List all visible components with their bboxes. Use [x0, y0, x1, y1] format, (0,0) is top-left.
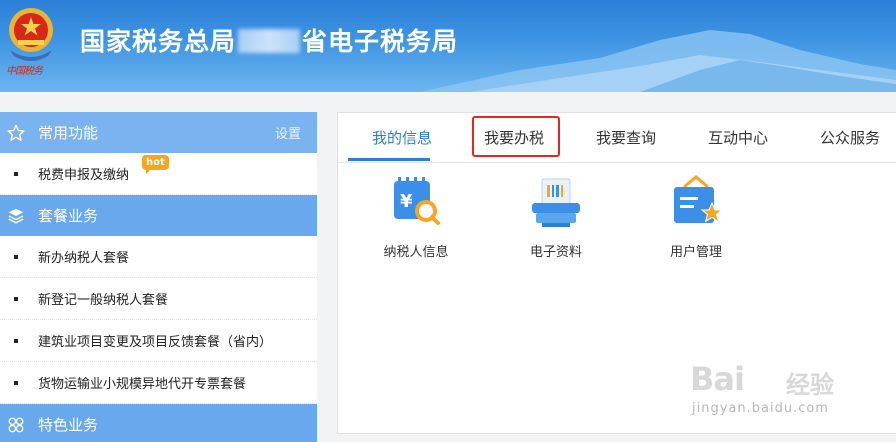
section-package-services[interactable]: 套餐业务: [0, 195, 317, 236]
emblem-caption: 中国税务: [6, 66, 43, 77]
taxpayer-info-icon: ¥: [394, 177, 440, 225]
sidebar-item-freight-package[interactable]: 货物运输业小规模异地代开专票套餐: [0, 362, 317, 404]
layers-icon: [6, 206, 26, 226]
site-title: 国家税务总局 省电子税务局: [80, 22, 458, 58]
settings-link[interactable]: 设置: [275, 123, 301, 142]
tab-query[interactable]: 我要查询: [596, 127, 656, 148]
tile-label: 电子资料: [529, 245, 582, 260]
tab-public-services[interactable]: 公众服务: [820, 127, 880, 148]
sidebar-item-construction-package[interactable]: 建筑业项目变更及项目反馈套餐（省内）: [0, 320, 317, 362]
sidebar-item-label: 新办纳税人套餐: [38, 251, 130, 266]
sidebar-item-label: 税费申报及缴纳: [38, 168, 130, 183]
bullet: [14, 254, 18, 259]
hot-badge: hot: [142, 155, 169, 174]
baidu-watermark-cn: 经验: [786, 371, 834, 399]
bullet: [14, 171, 18, 176]
tab-interaction-center[interactable]: 互动中心: [708, 127, 768, 148]
sidebar-item-label: 新登记一般纳税人套餐: [38, 293, 169, 308]
site-header: 中国税务 国家税务总局 省电子税务局: [0, 0, 896, 92]
electronic-documents-icon: [532, 178, 580, 227]
user-management-icon: [674, 175, 724, 223]
site-title-prefix: 国家税务总局: [80, 27, 237, 56]
tile-taxpayer-info[interactable]: ¥ 纳税人信息: [356, 175, 476, 260]
active-tab-indicator: [348, 158, 430, 161]
tab-my-info[interactable]: 我的信息: [372, 127, 432, 148]
baidu-watermark-url: jingyan.baidu.com: [692, 401, 829, 416]
redacted-region: [238, 29, 301, 53]
svg-text:¥: ¥: [400, 191, 413, 212]
tile-label: 纳税人信息: [383, 245, 449, 260]
section-title: 特色业务: [38, 416, 99, 434]
sidebar-item-new-taxpayer-package[interactable]: 新办纳税人套餐: [0, 236, 317, 278]
clover-icon: [6, 415, 26, 435]
bullet: [14, 380, 18, 385]
site-title-suffix: 省电子税务局: [302, 27, 459, 56]
bullet: [14, 338, 18, 343]
baidu-watermark-logo: Bai: [690, 360, 745, 398]
left-sidebar: 常用功能 设置 税费申报及缴纳 hot 套餐业务 新办纳税人套餐 新登记一般纳税…: [0, 112, 317, 442]
section-common-functions[interactable]: 常用功能 设置: [0, 112, 317, 153]
tile-electronic-documents[interactable]: 电子资料: [496, 175, 616, 260]
sidebar-item-general-taxpayer-package[interactable]: 新登记一般纳税人套餐: [0, 278, 317, 320]
star-icon: [6, 123, 26, 143]
section-title: 套餐业务: [38, 207, 99, 225]
bullet: [14, 296, 18, 301]
section-title: 常用功能: [38, 124, 99, 142]
tile-user-management[interactable]: 用户管理: [636, 175, 756, 260]
sidebar-item-label: 货物运输业小规模异地代开专票套餐: [38, 377, 247, 392]
sidebar-item-label: 建筑业项目变更及项目反馈套餐（省内）: [38, 335, 273, 350]
highlight-box: [472, 116, 560, 157]
main-tabs: 我的信息 我要办税 我要查询 互动中心 公众服务: [338, 113, 896, 163]
tile-label: 用户管理: [669, 245, 722, 260]
sidebar-item-tax-declaration[interactable]: 税费申报及缴纳 hot: [0, 153, 317, 195]
section-special-services[interactable]: 特色业务: [0, 404, 317, 442]
national-emblem-icon: [9, 8, 53, 61]
